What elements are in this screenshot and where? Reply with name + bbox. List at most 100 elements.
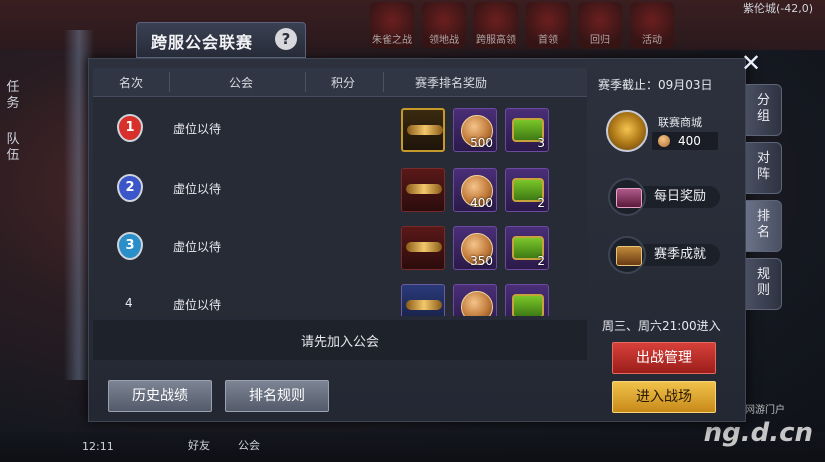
column-divider	[169, 72, 170, 92]
hud-icon[interactable]: 回归	[578, 2, 622, 48]
guild-name: 虚位以待	[173, 122, 222, 136]
title-banner-shape	[406, 300, 442, 310]
column-header-reward: 赛季排名奖励	[415, 76, 488, 90]
column-divider	[383, 72, 384, 92]
coin-reward-icon[interactable]: 350	[453, 226, 497, 270]
rank-medal-icon: 1	[115, 112, 143, 144]
chest-shape	[512, 294, 544, 316]
enter-battle-button[interactable]: 进入战场	[612, 381, 716, 413]
reward-count: 500	[470, 136, 493, 150]
reward-count: 400	[470, 196, 493, 210]
guild-name: 虚位以待	[173, 240, 222, 254]
hud-icon[interactable]: 朱雀之战	[370, 2, 414, 48]
table-row[interactable]: 2 虚位以待 400 2	[93, 160, 587, 218]
reward-count: 3	[537, 136, 545, 150]
tab-label: 排名	[756, 209, 770, 240]
task-tab[interactable]: 任务	[6, 80, 20, 112]
column-divider	[305, 72, 306, 92]
hud-icon[interactable]: 首领	[526, 2, 570, 48]
guild-name: 虚位以待	[173, 298, 222, 312]
reward-count: 2	[537, 196, 545, 210]
reward-ring	[608, 178, 646, 216]
hud-icon-label: 跨服高领	[476, 35, 516, 46]
reward-count: 350	[470, 254, 493, 268]
map-coordinates: 紫伦城(-42,0)	[742, 2, 813, 15]
coin-reward-icon[interactable]	[453, 284, 497, 316]
hud-icon-label: 回归	[590, 35, 610, 46]
panel-title: 跨服公会联赛	[151, 33, 254, 52]
hud-icon[interactable]: 跨服高领	[474, 2, 518, 48]
table-header: 名次 公会 积分 赛季排名奖励	[93, 68, 587, 97]
title-reward-icon[interactable]	[401, 108, 445, 152]
help-icon[interactable]: ?	[275, 28, 297, 50]
close-icon[interactable]: ✕	[738, 51, 764, 75]
rank-medal-icon: 3	[115, 230, 143, 262]
tab-label: 对阵	[756, 151, 770, 182]
medal-shield: 2	[117, 174, 143, 202]
battle-schedule: 周三、周六21:00进入	[602, 319, 721, 333]
tab-label: 规则	[756, 267, 770, 298]
title-banner-shape	[407, 125, 443, 135]
chest-reward-icon[interactable]: 3	[505, 108, 549, 152]
tab-label: 分组	[756, 93, 770, 124]
guild-button[interactable]: 公会	[238, 437, 260, 453]
league-shop-icon[interactable]	[606, 110, 648, 152]
hud-icon[interactable]: 活动	[630, 2, 674, 48]
guild-name: 虚位以待	[173, 182, 222, 196]
hud-icon-label: 朱雀之战	[372, 35, 412, 46]
battle-manage-button[interactable]: 出战管理	[612, 342, 716, 374]
medal-shield: 3	[117, 232, 143, 260]
join-guild-prompt: 请先加入公会	[93, 320, 587, 360]
rank-medal-icon: 2	[115, 172, 143, 204]
title-reward-icon[interactable]	[401, 168, 445, 212]
medal-shield: 1	[117, 114, 143, 142]
hud-icon-label: 领地战	[429, 35, 459, 46]
treasure-chest-icon	[616, 188, 642, 208]
history-button[interactable]: 历史战绩	[108, 380, 212, 412]
reward-count: 2	[537, 254, 545, 268]
column-header-score: 积分	[331, 76, 356, 90]
team-tab[interactable]: 队伍	[6, 132, 20, 164]
title-reward-icon[interactable]	[401, 226, 445, 270]
hud-icon[interactable]: 领地战	[422, 2, 466, 48]
left-side-menu: 任务 队伍	[0, 80, 26, 184]
title-banner-shape	[406, 184, 442, 194]
tab-rules[interactable]: 规则	[746, 258, 782, 310]
tab-matchup[interactable]: 对阵	[746, 142, 782, 194]
column-header-rank: 名次	[119, 76, 144, 90]
season-achievement-label: 赛季成就	[640, 244, 720, 266]
coin-reward-icon[interactable]: 400	[453, 168, 497, 212]
reward-ring	[608, 236, 646, 274]
shop-currency-amount: 400	[678, 134, 701, 148]
chest-reward-icon[interactable]: 2	[505, 168, 549, 212]
table-row[interactable]: 1 虚位以待 500 3	[93, 100, 587, 158]
title-reward-icon[interactable]	[401, 284, 445, 316]
season-end-date: 赛季截止：09月03日	[598, 78, 713, 92]
daily-reward-button[interactable]: 每日奖励	[608, 178, 720, 216]
coin-shape	[461, 291, 493, 316]
treasure-chest-icon	[616, 246, 642, 266]
daily-reward-label: 每日奖励	[640, 186, 720, 208]
join-guild-text: 请先加入公会	[300, 335, 379, 350]
tab-ranking[interactable]: 排名	[746, 200, 782, 252]
watermark: ng.d.cn	[703, 418, 813, 448]
friends-button[interactable]: 好友	[188, 437, 210, 453]
coin-reward-icon[interactable]: 500	[453, 108, 497, 152]
league-shop-label: 联赛商城	[658, 116, 702, 129]
table-row[interactable]: 3 虚位以待 350 2	[93, 218, 587, 276]
panel-title-tab: 跨服公会联赛 ?	[136, 22, 306, 58]
chest-reward-icon[interactable]	[505, 284, 549, 316]
clock-text: 12:11	[82, 440, 114, 453]
ranking-table: 名次 公会 积分 赛季排名奖励 1 虚位以待 500 3 2 虚位以待 400 …	[93, 68, 587, 316]
hud-icon-label: 首领	[538, 35, 558, 46]
tab-group[interactable]: 分组	[746, 84, 782, 136]
column-header-guild: 公会	[229, 76, 254, 90]
season-achievement-button[interactable]: 赛季成就	[608, 236, 720, 274]
panel-tabs: 分组 对阵 排名 规则	[746, 84, 782, 316]
table-row[interactable]: 4 虚位以待	[93, 276, 587, 316]
ranking-rules-button[interactable]: 排名规则	[225, 380, 329, 412]
bottom-hud: 12:11 好友 公会	[0, 432, 825, 462]
chest-reward-icon[interactable]: 2	[505, 226, 549, 270]
title-banner-shape	[406, 242, 442, 252]
coin-icon	[658, 135, 670, 147]
